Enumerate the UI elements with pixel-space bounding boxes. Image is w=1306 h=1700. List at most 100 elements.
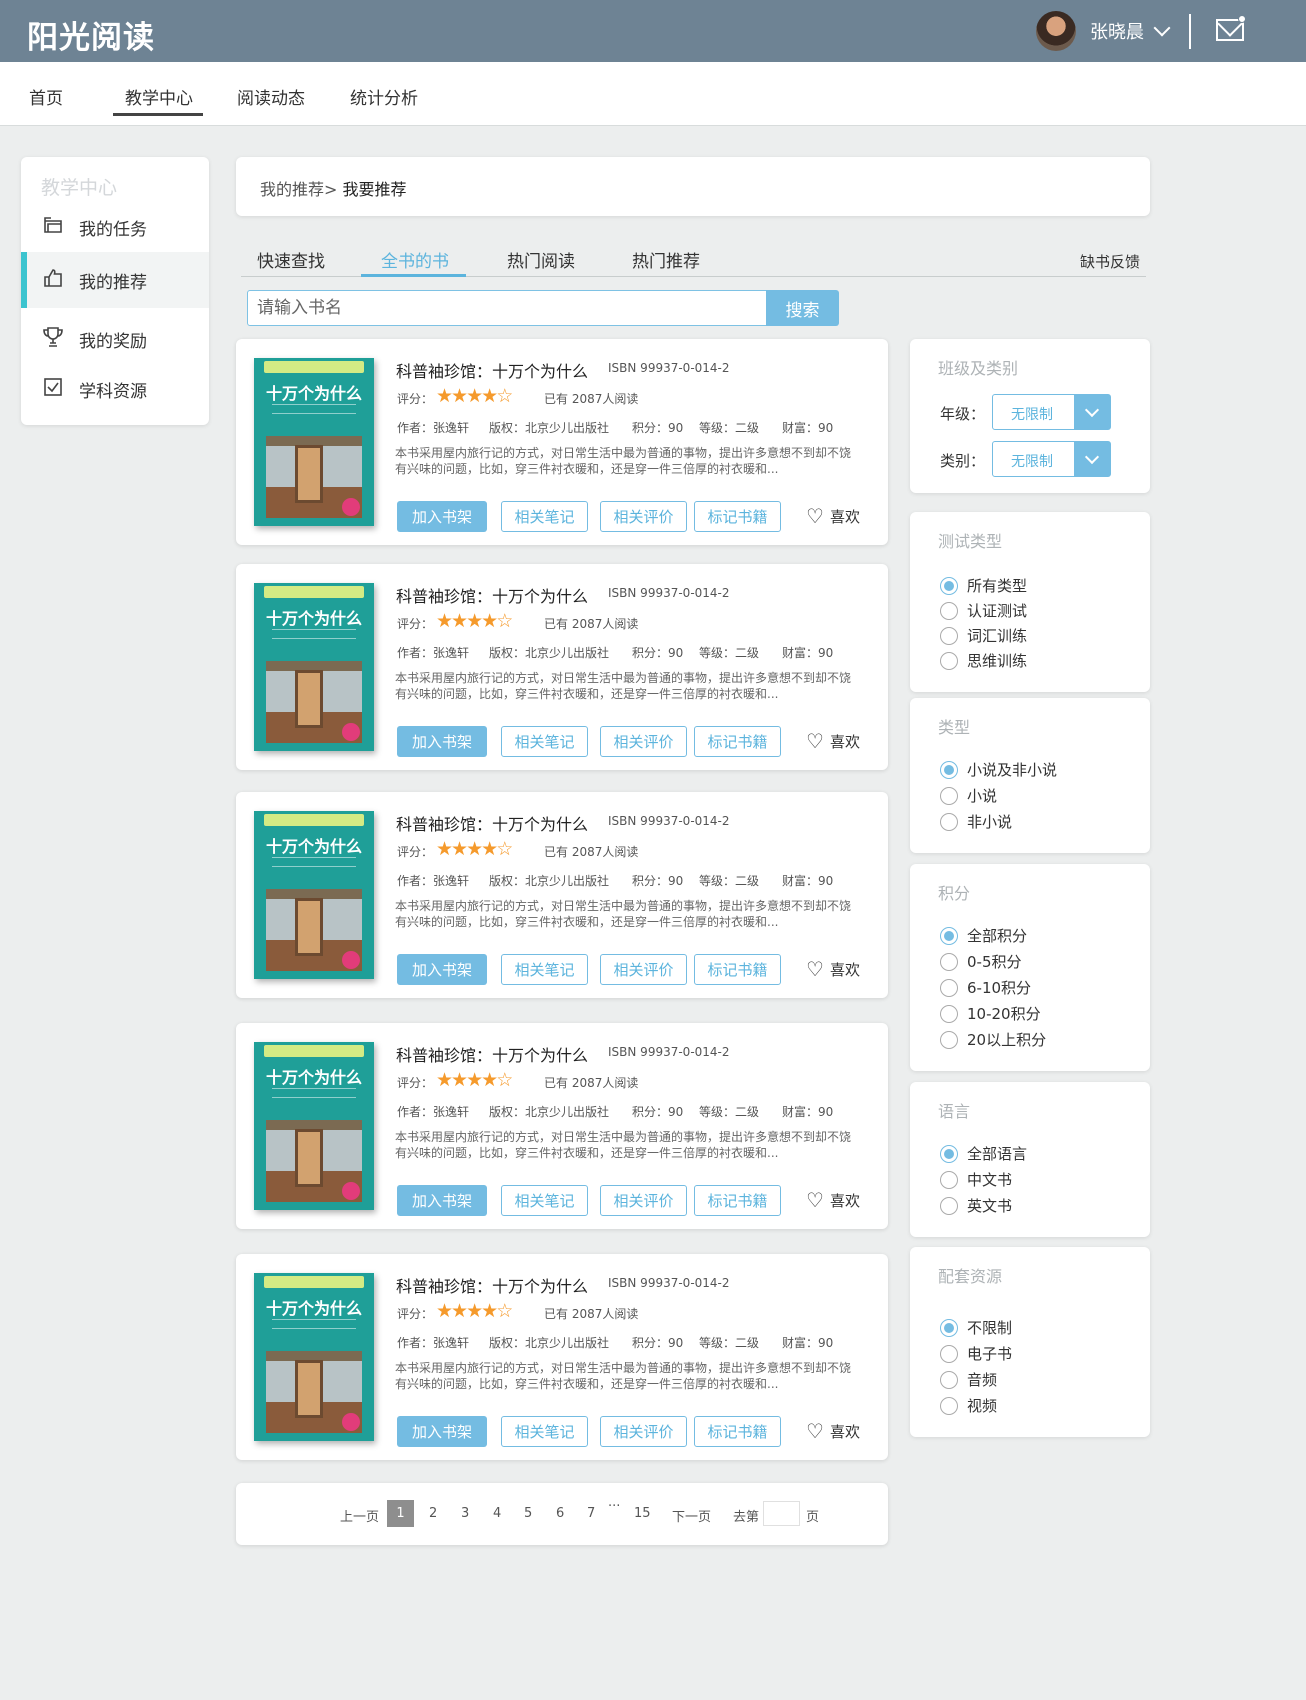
like-button[interactable]: ♡ 喜欢 — [806, 504, 860, 528]
radio-option[interactable]: 英文书 — [940, 1195, 1012, 1216]
nav-statistics[interactable]: 统计分析 — [350, 84, 418, 109]
radio-button[interactable] — [940, 1318, 958, 1337]
book-cover[interactable]: 十万个为什么 — [254, 811, 374, 979]
nav-teaching-center[interactable]: 教学中心 — [125, 84, 193, 109]
radio-option[interactable]: 6-10积分 — [940, 977, 1031, 998]
related-notes-button[interactable]: 相关笔记 — [501, 954, 588, 985]
page-link-last[interactable]: 15 — [634, 1506, 651, 1521]
page-link[interactable]: 7 — [587, 1506, 595, 1521]
radio-button[interactable] — [940, 812, 958, 831]
user-name[interactable]: 张晓晨 — [1090, 18, 1144, 44]
radio-option[interactable]: 不限制 — [940, 1317, 1012, 1338]
chevron-down-icon[interactable] — [1074, 442, 1110, 476]
radio-option[interactable]: 全部语言 — [940, 1143, 1027, 1164]
search-button[interactable]: 搜索 — [766, 290, 839, 326]
avatar[interactable] — [1036, 11, 1076, 51]
nav-reading-feed[interactable]: 阅读动态 — [237, 84, 305, 109]
radio-button[interactable] — [940, 626, 958, 645]
radio-option[interactable]: 所有类型 — [940, 575, 1027, 596]
radio-option[interactable]: 思维训练 — [940, 650, 1027, 671]
search-input[interactable] — [247, 290, 767, 326]
tab-all-books[interactable]: 全书的书 — [381, 247, 449, 272]
page-link[interactable]: 6 — [556, 1506, 564, 1521]
radio-button[interactable] — [940, 1196, 958, 1215]
book-cover[interactable]: 十万个为什么 — [254, 1042, 374, 1210]
next-page-button[interactable]: 下一页 — [672, 1506, 711, 1525]
related-reviews-button[interactable]: 相关评价 — [600, 1185, 687, 1216]
radio-button[interactable] — [940, 601, 958, 620]
radio-option[interactable]: 中文书 — [940, 1169, 1012, 1190]
missing-book-feedback-link[interactable]: 缺书反馈 — [1080, 251, 1140, 272]
add-to-shelf-button[interactable]: 加入书架 — [397, 501, 487, 532]
book-cover[interactable]: 十万个为什么 — [254, 1273, 374, 1441]
current-page[interactable]: 1 — [387, 1500, 414, 1527]
radio-option[interactable]: 电子书 — [940, 1343, 1012, 1364]
radio-button[interactable] — [940, 1370, 958, 1389]
category-select[interactable]: 无限制 — [992, 441, 1111, 477]
radio-option[interactable]: 20以上积分 — [940, 1029, 1046, 1050]
related-reviews-button[interactable]: 相关评价 — [600, 954, 687, 985]
mark-book-button[interactable]: 标记书籍 — [694, 501, 781, 532]
radio-option[interactable]: 词汇训练 — [940, 625, 1027, 646]
goto-page-input[interactable] — [763, 1501, 800, 1526]
breadcrumb-parent[interactable]: 我的推荐> — [260, 180, 337, 199]
radio-option[interactable]: 小说 — [940, 785, 997, 806]
radio-button[interactable] — [940, 786, 958, 805]
nav-home[interactable]: 首页 — [29, 84, 63, 109]
related-notes-button[interactable]: 相关笔记 — [501, 726, 588, 757]
related-reviews-button[interactable]: 相关评价 — [600, 501, 687, 532]
radio-option[interactable]: 非小说 — [940, 811, 1012, 832]
radio-option[interactable]: 小说及非小说 — [940, 759, 1057, 780]
book-title[interactable]: 科普袖珍馆：十万个为什么 — [396, 358, 588, 382]
book-cover[interactable]: 十万个为什么 — [254, 583, 374, 751]
like-button[interactable]: ♡ 喜欢 — [806, 729, 860, 753]
mark-book-button[interactable]: 标记书籍 — [694, 954, 781, 985]
prev-page-button[interactable]: 上一页 — [340, 1506, 379, 1525]
page-link[interactable]: 4 — [493, 1506, 501, 1521]
radio-button[interactable] — [940, 952, 958, 971]
radio-option[interactable]: 音频 — [940, 1369, 997, 1390]
related-reviews-button[interactable]: 相关评价 — [600, 1416, 687, 1447]
page-link[interactable]: 2 — [429, 1506, 437, 1521]
like-button[interactable]: ♡ 喜欢 — [806, 957, 860, 981]
sidebar-item-resources[interactable]: 学科资源 — [21, 361, 209, 417]
radio-button[interactable] — [940, 760, 958, 779]
radio-option[interactable]: 视频 — [940, 1395, 997, 1416]
chevron-down-icon[interactable] — [1153, 19, 1171, 37]
user-menu[interactable]: 张晓晨 — [1036, 11, 1171, 51]
radio-option[interactable]: 全部积分 — [940, 925, 1027, 946]
book-title[interactable]: 科普袖珍馆：十万个为什么 — [396, 1042, 588, 1066]
related-notes-button[interactable]: 相关笔记 — [501, 1416, 588, 1447]
like-button[interactable]: ♡ 喜欢 — [806, 1419, 860, 1443]
sidebar-item-rewards[interactable]: 我的奖励 — [21, 311, 209, 367]
radio-button[interactable] — [940, 978, 958, 997]
book-cover[interactable]: 十万个为什么 — [254, 358, 374, 526]
radio-button[interactable] — [940, 651, 958, 670]
like-button[interactable]: ♡ 喜欢 — [806, 1188, 860, 1212]
mark-book-button[interactable]: 标记书籍 — [694, 1416, 781, 1447]
page-link[interactable]: 3 — [461, 1506, 469, 1521]
radio-button[interactable] — [940, 926, 958, 945]
radio-button[interactable] — [940, 1170, 958, 1189]
related-reviews-button[interactable]: 相关评价 — [600, 726, 687, 757]
related-notes-button[interactable]: 相关笔记 — [501, 1185, 588, 1216]
radio-button[interactable] — [940, 1396, 958, 1415]
related-notes-button[interactable]: 相关笔记 — [501, 501, 588, 532]
radio-button[interactable] — [940, 576, 958, 595]
mark-book-button[interactable]: 标记书籍 — [694, 1185, 781, 1216]
radio-button[interactable] — [940, 1004, 958, 1023]
add-to-shelf-button[interactable]: 加入书架 — [397, 726, 487, 757]
mark-book-button[interactable]: 标记书籍 — [694, 726, 781, 757]
add-to-shelf-button[interactable]: 加入书架 — [397, 1185, 487, 1216]
page-link[interactable]: 5 — [524, 1506, 532, 1521]
add-to-shelf-button[interactable]: 加入书架 — [397, 1416, 487, 1447]
chevron-down-icon[interactable] — [1074, 395, 1110, 429]
tab-quick-search[interactable]: 快速查找 — [257, 247, 325, 272]
add-to-shelf-button[interactable]: 加入书架 — [397, 954, 487, 985]
radio-button[interactable] — [940, 1344, 958, 1363]
book-title[interactable]: 科普袖珍馆：十万个为什么 — [396, 811, 588, 835]
sidebar-item-recommend[interactable]: 我的推荐 — [21, 252, 209, 308]
app-logo[interactable]: 阳光阅读 — [27, 12, 155, 57]
sidebar-item-tasks[interactable]: 我的任务 — [21, 199, 209, 255]
radio-option[interactable]: 认证测试 — [940, 600, 1027, 621]
